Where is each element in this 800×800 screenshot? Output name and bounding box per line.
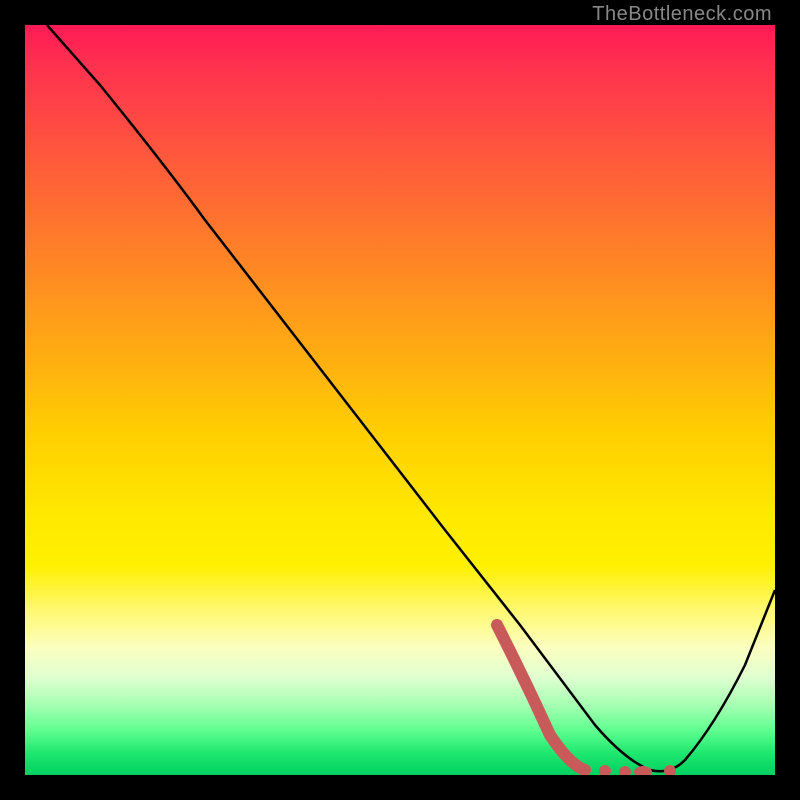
red-marker-stroke <box>497 625 585 770</box>
chart-container: TheBottleneck.com <box>0 0 800 800</box>
red-dot-1 <box>599 765 611 775</box>
red-dot-3 <box>634 766 652 775</box>
red-dot-2 <box>619 766 631 775</box>
main-curve <box>47 25 775 771</box>
red-marker-group <box>497 625 676 775</box>
watermark-text: TheBottleneck.com <box>592 3 772 26</box>
curve-overlay <box>25 25 775 775</box>
plot-area <box>25 25 775 775</box>
